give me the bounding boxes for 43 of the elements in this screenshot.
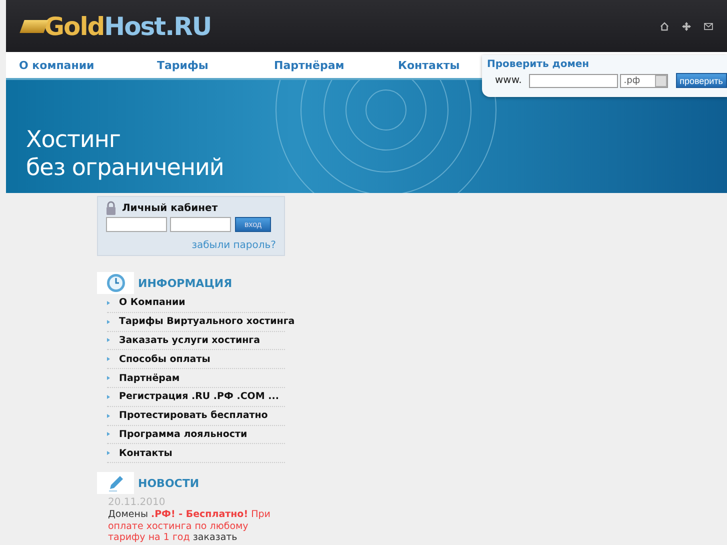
login-title: Личный кабинет [122,202,218,214]
menu-link[interactable]: Протестировать бесплатно [119,410,268,422]
pencil-icon [106,474,124,492]
section-title: ИНФОРМАЦИЯ [138,276,232,290]
bullet-icon [107,414,110,418]
home-icon[interactable] [660,22,669,30]
news-date: 20.11.2010 [108,497,166,508]
menu-link[interactable]: Заказать услуги хостинга [119,334,260,346]
banner-headline: Хостинг [26,126,122,154]
nav-link[interactable]: О компании [19,58,157,72]
news-text: Домены .РФ! - Бесплатно! При оплате хостинга по любому тарифу на 1 год заказать [108,509,272,544]
nav-link[interactable]: Тарифы [157,58,274,72]
password-input[interactable] [170,217,231,232]
padlock-icon [106,201,116,215]
menu-link[interactable]: Контакты [119,448,172,459]
menu-link[interactable]: Программа лояльности [119,428,248,440]
menu-link[interactable]: О Компании [119,297,186,308]
bullet-icon [107,394,110,399]
www-label: www. [495,75,522,86]
bullet-icon [107,320,110,324]
menu-link[interactable]: Партнёрам [119,372,180,384]
menu-link[interactable]: Способы оплаты [119,354,210,365]
bullet-icon [107,376,110,380]
bullet-icon [107,338,110,342]
menu-link[interactable]: Тарифы Виртуального хостинга [119,316,295,328]
clock-icon [106,273,126,293]
cross-arrows-icon[interactable] [682,22,691,30]
zone-select[interactable]: .рф [620,74,668,88]
bullet-icon [107,451,110,456]
nav-link[interactable]: Партнёрам [274,58,398,72]
mail-icon[interactable] [704,22,713,30]
login-input[interactable] [106,217,167,232]
domain-check-title: Проверить домен [487,59,590,70]
bullet-icon [107,300,110,305]
section-title: НОВОСТИ [138,476,200,490]
site-logo[interactable]: GoldHost.RU [44,12,212,40]
check-button[interactable]: проверить [676,73,727,88]
bullet-icon [107,432,110,436]
bullet-icon [107,357,110,362]
domain-input[interactable] [528,74,618,88]
menu-link[interactable]: Регистрация .RU .РФ .COM ... [119,391,279,402]
banner-subline: без ограничений [26,154,224,182]
nav-link[interactable]: Контакты [398,58,460,72]
